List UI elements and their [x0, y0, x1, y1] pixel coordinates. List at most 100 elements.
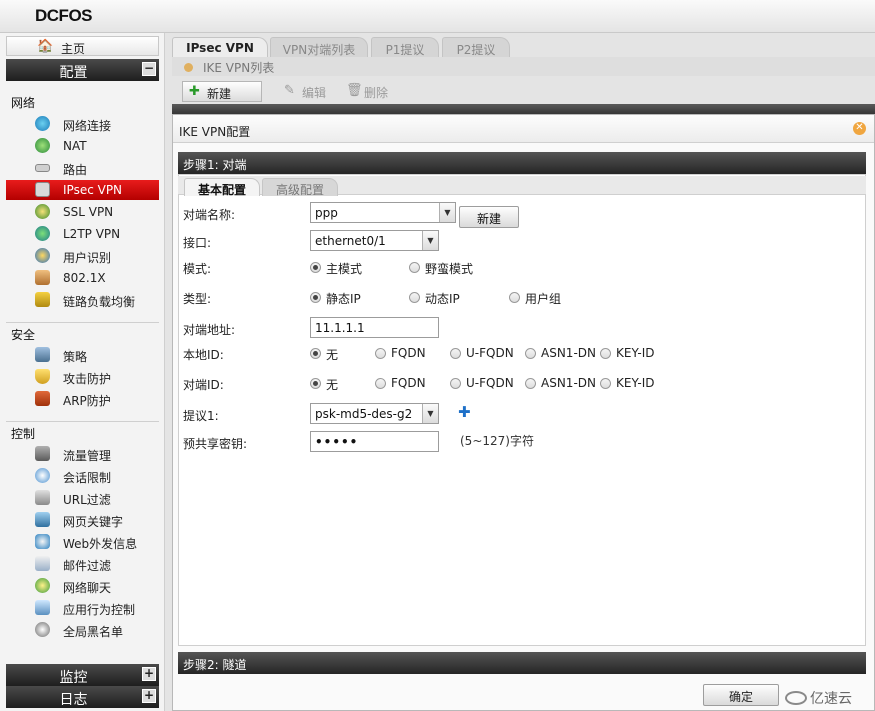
sidebar-item-nat[interactable]: NAT [6, 136, 159, 156]
group-security-title: 安全 [11, 328, 36, 342]
group-network-title: 网络 [11, 96, 36, 110]
new-button[interactable]: ✚ 新建 [182, 81, 262, 102]
balance-icon [35, 292, 50, 307]
psk-label: 预共享密钥: [183, 437, 248, 451]
router-icon [35, 164, 50, 172]
traffic-icon [35, 446, 50, 461]
dialog-title: IKE VPN配置 [179, 125, 251, 139]
list-header: IKE VPN列表 [172, 57, 875, 76]
sidebar-item-8021x[interactable]: 802.1X [6, 268, 159, 288]
nat-icon [35, 138, 50, 153]
sidebar-item-mail-filter[interactable]: 邮件过滤 [6, 554, 159, 574]
sidebar-item-web-outbound[interactable]: Web外发信息 [6, 532, 159, 552]
section-config-label: 配置 [59, 65, 88, 81]
new-peer-button[interactable]: 新建 [459, 206, 519, 228]
expand-icon[interactable]: + [142, 667, 156, 681]
peer-address-input[interactable]: 11.1.1.1 [310, 317, 439, 338]
divider [6, 322, 159, 323]
app-control-icon [35, 600, 50, 615]
sidebar-item-ipsec-vpn[interactable]: IPsec VPN [6, 180, 159, 200]
mode-label: 模式: [183, 262, 212, 276]
chat-icon [35, 578, 50, 593]
status-dot-icon [184, 63, 193, 72]
ssl-icon [35, 204, 50, 219]
tab-p2-proposal[interactable]: P2提议 [442, 37, 510, 57]
section-monitor-label: 监控 [59, 670, 88, 686]
watermark: 亿速云 [785, 688, 865, 708]
sidebar-item-network-connection[interactable]: 网络连接 [6, 114, 159, 134]
sidebar-item-arp-protect[interactable]: ARP防护 [6, 389, 159, 409]
sidebar-item-traffic[interactable]: 流量管理 [6, 444, 159, 464]
sidebar-item-attack-protect[interactable]: 攻击防护 [6, 367, 159, 387]
mail-icon [35, 556, 50, 571]
tab-vpn-peers[interactable]: VPN对端列表 [270, 37, 368, 57]
sidebar-item-chat[interactable]: 网络聊天 [6, 576, 159, 596]
peer-name-select[interactable]: ppp ▼ [310, 202, 456, 223]
edit-icon: ✎ [284, 83, 295, 98]
tab-basic-config[interactable]: 基本配置 [184, 178, 260, 197]
blacklist-icon [35, 622, 50, 637]
url-filter-icon [35, 490, 50, 505]
proposal-select[interactable]: psk-md5-des-g2 ▼ [310, 403, 439, 424]
session-icon [35, 468, 50, 483]
step1-title: 步骤1: 对端 [183, 158, 247, 172]
list-title: IKE VPN列表 [203, 61, 275, 75]
form-panel [178, 174, 866, 646]
interface-select[interactable]: ethernet0/1 ▼ [310, 230, 439, 251]
sidebar-item-app-control[interactable]: 应用行为控制 [6, 598, 159, 618]
sidebar-item-session-limit[interactable]: 会话限制 [6, 466, 159, 486]
toolbar: ✚ 新建 ✎ 编辑 🗑 删除 [172, 78, 875, 104]
sidebar-item-link-balance[interactable]: 链路负载均衡 [6, 290, 159, 310]
keyword-icon [35, 512, 50, 527]
watermark-logo-icon [785, 691, 807, 705]
arp-icon [35, 391, 50, 406]
sidebar: 🏠 主页 配置 − 网络 网络连接 NAT 路由 IPsec VPN SSL V… [0, 33, 165, 711]
top-bar: DCFOS [0, 0, 875, 33]
auth-icon [35, 270, 50, 285]
step1-bar: 步骤1: 对端 [178, 152, 866, 174]
psk-input[interactable]: ••••• [310, 431, 439, 452]
interface-label: 接口: [183, 236, 212, 250]
delete-button[interactable]: 🗑 删除 [340, 81, 400, 102]
type-label: 类型: [183, 292, 212, 306]
section-monitor[interactable]: 监控 + [6, 664, 159, 686]
expand-icon[interactable]: + [142, 689, 156, 703]
inner-tab-bar: 基本配置 高级配置 [178, 176, 866, 197]
sidebar-item-ssl-vpn[interactable]: SSL VPN [6, 202, 159, 222]
app-logo: DCFOS [35, 6, 93, 25]
tab-advanced-config[interactable]: 高级配置 [262, 178, 338, 197]
l2tp-icon [35, 226, 50, 241]
sidebar-item-policy[interactable]: 策略 [6, 345, 159, 365]
policy-icon [35, 347, 50, 362]
ok-button[interactable]: 确定 [703, 684, 779, 706]
tab-p1-proposal[interactable]: P1提议 [371, 37, 439, 57]
ike-vpn-dialog: IKE VPN配置 ✕ 步骤1: 对端 基本配置 高级配置 对端名称: ppp … [172, 114, 875, 711]
home-icon: 🏠 [37, 39, 54, 54]
sidebar-item-route[interactable]: 路由 [6, 158, 159, 178]
section-config[interactable]: 配置 − [6, 59, 159, 81]
shield-icon [35, 369, 50, 384]
chevron-down-icon: ▼ [422, 404, 438, 423]
trash-icon: 🗑 [346, 83, 363, 98]
tab-ipsec-vpn[interactable]: IPsec VPN [172, 37, 268, 57]
peer-address-label: 对端地址: [183, 323, 236, 337]
chevron-down-icon: ▼ [439, 203, 455, 222]
sidebar-item-user-identify[interactable]: 用户识别 [6, 246, 159, 266]
sidebar-item-web-keyword[interactable]: 网页关键字 [6, 510, 159, 530]
section-log[interactable]: 日志 + [6, 686, 159, 708]
sidebar-item-url-filter[interactable]: URL过滤 [6, 488, 159, 508]
web-outbound-icon [35, 534, 50, 549]
sidebar-item-blacklist[interactable]: 全局黑名单 [6, 620, 159, 640]
sidebar-item-l2tp-vpn[interactable]: L2TP VPN [6, 224, 159, 244]
dialog-titlebar: IKE VPN配置 ✕ [173, 115, 874, 143]
peer-id-label: 对端ID: [183, 378, 224, 392]
edit-button[interactable]: ✎ 编辑 [278, 81, 338, 102]
peer-name-label: 对端名称: [183, 208, 236, 222]
local-id-label: 本地ID: [183, 348, 224, 362]
globe-icon [35, 116, 50, 131]
close-icon[interactable]: ✕ [853, 122, 866, 135]
sidebar-home[interactable]: 🏠 主页 [6, 36, 159, 56]
add-proposal-icon[interactable]: ✚ [458, 403, 471, 421]
vpn-icon [35, 182, 50, 197]
collapse-icon[interactable]: − [142, 62, 156, 76]
